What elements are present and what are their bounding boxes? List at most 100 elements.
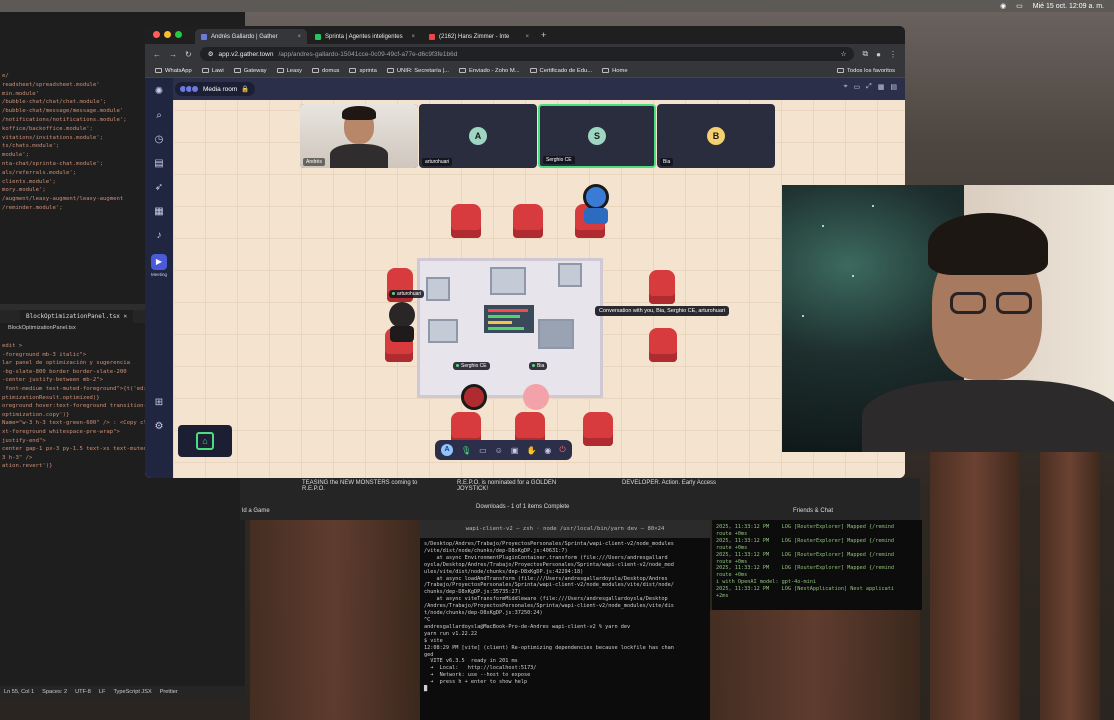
browser-tab[interactable]: (2162) Hans Zimmer - Inte × (423, 29, 535, 44)
video-tile-arturohuari[interactable]: A arturohuari (419, 104, 537, 168)
rocket-icon[interactable]: ➶ (153, 182, 165, 194)
bookmark-item[interactable]: Leasy (276, 68, 302, 74)
avatar-serghio-top[interactable] (583, 184, 609, 224)
book-icon[interactable]: ▤ (153, 158, 165, 170)
minimap-button[interactable]: ⌂ (178, 425, 232, 457)
bookmark-item[interactable]: domus (312, 68, 339, 74)
close-tab-icon[interactable]: × (411, 34, 415, 40)
tile-name: Andrés (303, 158, 325, 166)
close-tab-icon[interactable]: × (525, 34, 529, 40)
code-line: +2ms (716, 593, 729, 600)
hand-icon[interactable]: ✋ (526, 446, 536, 455)
status-item[interactable]: Ln 55, Col 1 (4, 689, 34, 695)
forward-icon[interactable]: → (169, 50, 177, 59)
editor-breadcrumb[interactable]: BlockOptimizationPanel.tsx (8, 325, 76, 331)
status-item[interactable]: UTF-8 (75, 689, 91, 695)
bookmark-item[interactable]: Enviado - Zoho M... (458, 68, 520, 74)
editor-top-code[interactable]: e/readsheet/spreadsheet.module' min.modul… (2, 72, 127, 213)
room-indicator[interactable]: Media room 🔒 (175, 82, 256, 96)
status-item[interactable]: Prettier (160, 689, 178, 695)
bookmark-star-icon[interactable]: ☆ (841, 50, 847, 58)
url-bar[interactable]: ⚙ app.v2.gather.town/app/andres-gallardo… (199, 47, 855, 61)
add-game-label[interactable]: ld a Game (242, 508, 270, 514)
expand-icon[interactable]: ⤢ (866, 83, 872, 91)
wifi-icon[interactable]: ◉ (1000, 2, 1006, 10)
battery-icon[interactable]: ▭ (1016, 2, 1023, 10)
bookmark-item[interactable]: Gateway (233, 68, 267, 74)
avatar-arturohuari[interactable] (389, 302, 415, 342)
emoji-icon[interactable]: ☺ (495, 446, 503, 455)
code-line: █ (424, 686, 428, 693)
back-icon[interactable]: ← (153, 50, 161, 59)
folder-icon (155, 68, 162, 73)
new-tab-button[interactable]: + (541, 30, 546, 40)
clock[interactable]: Mié 15 oct. 12:09 a. m. (1033, 3, 1104, 10)
computer-prop (490, 267, 526, 295)
video-thumbnail-title[interactable]: TEASING the NEW MONSTERS coming to R.E.P… (300, 478, 420, 500)
code-line: koffice/backoffice.module'; (2, 125, 93, 132)
url-path: /app/andres-gallardo-15041cce-0c09-49cf-… (278, 50, 458, 58)
status-item[interactable]: Spaces: 2 (42, 689, 67, 695)
grid-icon[interactable]: ▦ (878, 83, 885, 91)
bookmark-item[interactable]: Certificado de Edu... (529, 68, 592, 74)
person-shirt (862, 380, 1114, 452)
status-item[interactable]: LF (99, 689, 106, 695)
bookmark-label: sprinta (359, 67, 377, 74)
avatar-head (461, 384, 487, 410)
terminal-window[interactable]: wapi-client-v2 — zsh · node /usr/local/b… (420, 520, 710, 720)
browser-tab[interactable]: Andrés Gallardo | Gather × (195, 29, 307, 44)
close-window-button[interactable] (153, 31, 160, 38)
avatar-bia[interactable] (523, 384, 549, 410)
screen-icon[interactable]: ▭ (854, 83, 861, 91)
downloads-status[interactable]: Downloads - 1 of 1 items Complete (476, 504, 569, 510)
layout-icon[interactable]: ▤ (890, 83, 897, 91)
avatar-serghio[interactable] (461, 384, 487, 410)
extensions-icon[interactable]: ⧉ (862, 49, 868, 59)
video-tile-serghio[interactable]: S Serghio CE (538, 104, 656, 168)
leave-call-icon[interactable]: ⏻ (559, 445, 565, 455)
video-thumbnail-title[interactable]: R.E.P.O. is nominated for a GOLDEN JOYST… (455, 478, 585, 500)
status-item[interactable]: TypeScript JSX (113, 689, 151, 695)
calendar-icon[interactable]: ▦ (153, 206, 165, 218)
star-light (872, 205, 874, 207)
maximize-window-button[interactable] (175, 31, 182, 38)
camera-icon[interactable]: ▭ (479, 446, 487, 455)
code-line: ➜ press h + enter to show help (424, 679, 528, 686)
my-avatar[interactable]: A (441, 444, 453, 456)
bell-icon[interactable]: ♪ (153, 230, 165, 242)
search-icon[interactable]: ⌕ (153, 110, 165, 122)
bookmark-item[interactable]: WhatsApp (155, 68, 192, 74)
menu-icon[interactable]: ⋮ (889, 50, 897, 59)
video-tile-andres[interactable]: Andrés (300, 104, 418, 168)
video-tile-bia[interactable]: B Bia (657, 104, 775, 168)
more-icon[interactable]: ◉ (544, 446, 551, 455)
close-tab-icon[interactable]: × (297, 34, 301, 40)
bookmark-item[interactable]: sprinta (349, 67, 377, 74)
mac-menubar: ◉ ▭ Mié 15 oct. 12:09 a. m. (0, 0, 1114, 12)
editor-tab[interactable]: BlockOptimizationPanel.tsx × (20, 310, 134, 323)
settings-icon[interactable]: ⚙ (153, 421, 165, 433)
terminal-server-logs[interactable]: 2025, 11:33:12 PM LOG [RouterExplorer] M… (712, 520, 922, 610)
pin-icon[interactable]: ⌖ (844, 83, 848, 91)
bookmark-item[interactable]: Home (602, 68, 628, 74)
friends-chat-label[interactable]: Friends & Chat (793, 508, 833, 514)
gather-logo-icon[interactable]: ✺ (153, 86, 165, 98)
bookmark-item[interactable]: Lawi (201, 68, 224, 74)
screenshare-icon[interactable]: ▣ (511, 446, 519, 455)
all-bookmarks[interactable]: Todos los favoritos (836, 68, 895, 74)
folder-icon (233, 68, 241, 73)
gift-icon[interactable]: ⊞ (153, 397, 165, 409)
minimize-window-button[interactable] (164, 31, 171, 38)
history-icon[interactable]: ◷ (153, 134, 165, 146)
microphone-icon[interactable]: 🎙 (461, 446, 471, 455)
bookmark-item[interactable]: UNIR: Secretaría |... (386, 68, 449, 74)
site-info-icon[interactable]: ⚙ (208, 50, 214, 58)
reload-icon[interactable]: ↻ (185, 50, 192, 59)
meeting-icon[interactable]: ▶ (151, 254, 167, 270)
browser-tab[interactable]: Sprinta | Agentes inteligentes × (309, 29, 421, 44)
code-line: 2025, 11:33:12 PM LOG [NestApplication] … (716, 586, 895, 593)
folder-icon (386, 68, 394, 73)
tree-trunk (710, 610, 920, 720)
profile-icon[interactable]: ● (876, 50, 881, 59)
video-thumbnail-title[interactable]: DEVELOPER. Action. Early Access (620, 478, 750, 500)
